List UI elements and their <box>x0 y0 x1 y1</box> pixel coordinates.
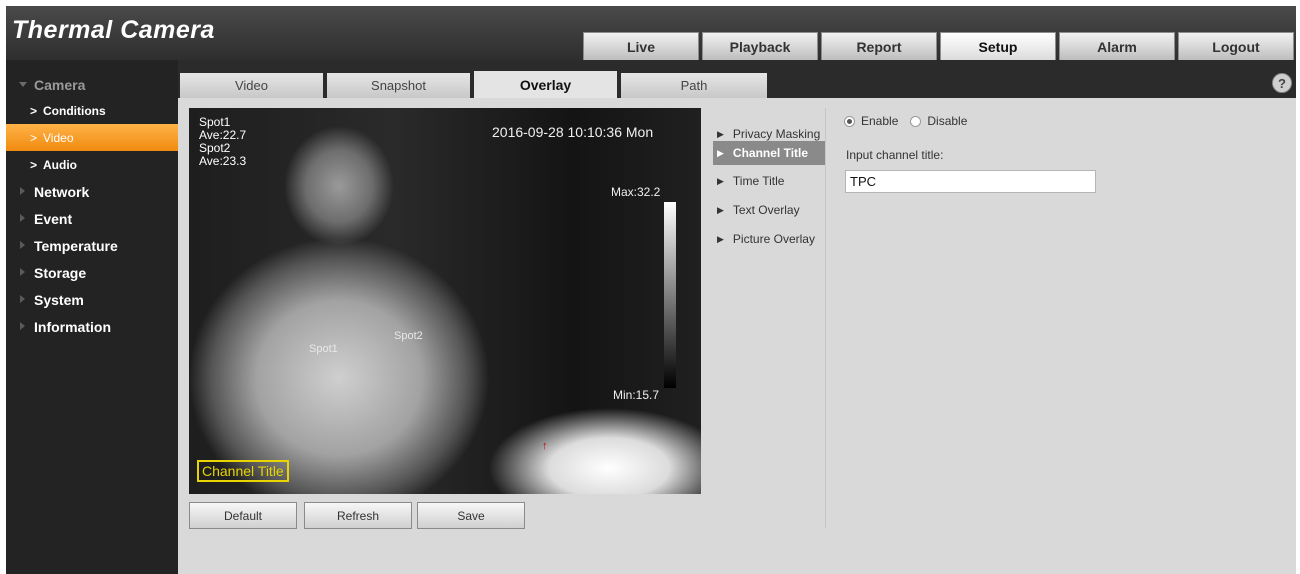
temperature-colorbar <box>664 202 676 388</box>
spot1-marker: Spot1 <box>309 343 338 355</box>
collapsed-triangle-icon <box>20 187 25 195</box>
sidebar-item-label: Event <box>34 210 73 227</box>
main-nav: Live Playback Report Setup Alarm Logout <box>583 32 1297 60</box>
sidebar-subitem-conditions[interactable]: > Conditions <box>6 97 178 124</box>
enable-radio-group: Enable Disable <box>844 114 967 128</box>
chevron-right-icon: > <box>30 130 38 145</box>
default-button[interactable]: Default <box>189 502 297 529</box>
menu-item-text-overlay[interactable]: ▶ Text Overlay <box>713 198 825 222</box>
menu-item-label: Time Title <box>732 174 785 188</box>
sidebar-item-event[interactable]: Event <box>6 205 178 232</box>
refresh-button[interactable]: Refresh <box>304 502 412 529</box>
menu-item-label: Picture Overlay <box>732 232 815 246</box>
sidebar-item-label: Storage <box>34 264 87 281</box>
collapsed-triangle-icon <box>20 295 25 303</box>
min-temperature-label: Min:15.7 <box>613 388 660 402</box>
sidebar-subitem-audio[interactable]: > Audio <box>6 151 178 178</box>
menu-item-channel-title[interactable]: ▶ Channel Title <box>713 141 825 165</box>
sidebar-item-label: System <box>34 291 84 308</box>
header: Thermal Camera Live Playback Report Setu… <box>6 6 1296 60</box>
sidebar-subitem-label: Audio <box>43 157 78 172</box>
collapsed-triangle-icon <box>20 268 25 276</box>
channel-title-overlay-box[interactable]: Channel Title <box>197 460 289 482</box>
sidebar-subitem-video[interactable]: > Video <box>6 124 178 151</box>
chevron-right-icon: > <box>30 157 38 172</box>
sidebar-item-temperature[interactable]: Temperature <box>6 232 178 259</box>
enable-radio[interactable] <box>844 115 855 127</box>
help-icon[interactable]: ? <box>1272 73 1292 93</box>
arrow-marker-icon: ↑ <box>542 440 548 452</box>
nav-tab-alarm[interactable]: Alarm <box>1059 32 1175 60</box>
sidebar-item-camera[interactable]: Camera <box>6 71 178 98</box>
sidebar-item-label: Camera <box>34 76 86 93</box>
nav-tab-setup[interactable]: Setup <box>940 32 1056 60</box>
triangle-right-icon: ▶ <box>717 175 724 186</box>
sidebar-item-label: Temperature <box>34 237 118 254</box>
expanded-triangle-icon <box>19 82 27 87</box>
menu-item-label: Text Overlay <box>732 203 800 217</box>
menu-item-picture-overlay[interactable]: ▶ Picture Overlay <box>713 227 825 251</box>
sidebar-item-information[interactable]: Information <box>6 313 178 340</box>
nav-tab-live[interactable]: Live <box>583 32 699 60</box>
sidebar-subitem-label: Video <box>43 130 74 145</box>
save-button[interactable]: Save <box>417 502 525 529</box>
disable-label: Disable <box>927 114 968 128</box>
chevron-right-icon: > <box>30 103 38 118</box>
radio-selected-dot <box>847 118 852 124</box>
collapsed-triangle-icon <box>20 214 25 222</box>
nav-tab-playback[interactable]: Playback <box>702 32 818 60</box>
content-panel: Video Snapshot Overlay Path ? Spot1 Ave:… <box>178 60 1296 574</box>
spot-temperature-overlay: Spot1 Ave:22.7 Spot2 Ave:23.3 <box>199 115 247 168</box>
collapsed-triangle-icon <box>20 241 25 249</box>
app-title: Thermal Camera <box>12 16 215 44</box>
triangle-right-icon: ▶ <box>717 128 724 139</box>
datetime-overlay: 2016-09-28 10:10:36 Mon <box>492 124 654 140</box>
menu-item-label: Privacy Masking <box>732 127 821 141</box>
tab-path[interactable]: Path <box>621 73 767 98</box>
sidebar-item-label: Network <box>34 183 90 200</box>
channel-title-input[interactable] <box>845 170 1096 193</box>
tab-overlay[interactable]: Overlay <box>474 71 617 98</box>
triangle-right-icon: ▶ <box>717 233 724 244</box>
sub-tab-bar: Video Snapshot Overlay Path ? <box>178 60 1296 98</box>
disable-radio[interactable] <box>910 115 922 127</box>
tab-video[interactable]: Video <box>180 73 323 98</box>
sidebar-item-storage[interactable]: Storage <box>6 259 178 286</box>
sidebar-subitem-label: Conditions <box>43 103 106 118</box>
menu-item-time-title[interactable]: ▶ Time Title <box>713 169 825 193</box>
nav-tab-report[interactable]: Report <box>821 32 937 60</box>
tab-snapshot[interactable]: Snapshot <box>327 73 470 98</box>
enable-label: Enable <box>861 114 899 128</box>
menu-item-label: Channel Title <box>732 146 809 160</box>
channel-title-label: Input channel title: <box>846 148 944 162</box>
sidebar: Camera > Conditions > Video > Audio Netw… <box>6 60 178 574</box>
sidebar-item-network[interactable]: Network <box>6 178 178 205</box>
triangle-right-icon: ▶ <box>717 147 724 158</box>
video-preview: Spot1 Ave:22.7 Spot2 Ave:23.3 2016-09-28… <box>189 108 701 494</box>
spot2-marker: Spot2 <box>394 330 423 342</box>
triangle-right-icon: ▶ <box>717 204 724 215</box>
max-temperature-label: Max:32.2 <box>611 185 661 199</box>
sidebar-item-label: Information <box>34 318 111 335</box>
sidebar-item-system[interactable]: System <box>6 286 178 313</box>
collapsed-triangle-icon <box>20 322 25 330</box>
nav-tab-logout[interactable]: Logout <box>1178 32 1294 60</box>
overlay-menu: ▶ Privacy Masking ▶ Channel Title ▶ Time… <box>708 108 826 528</box>
